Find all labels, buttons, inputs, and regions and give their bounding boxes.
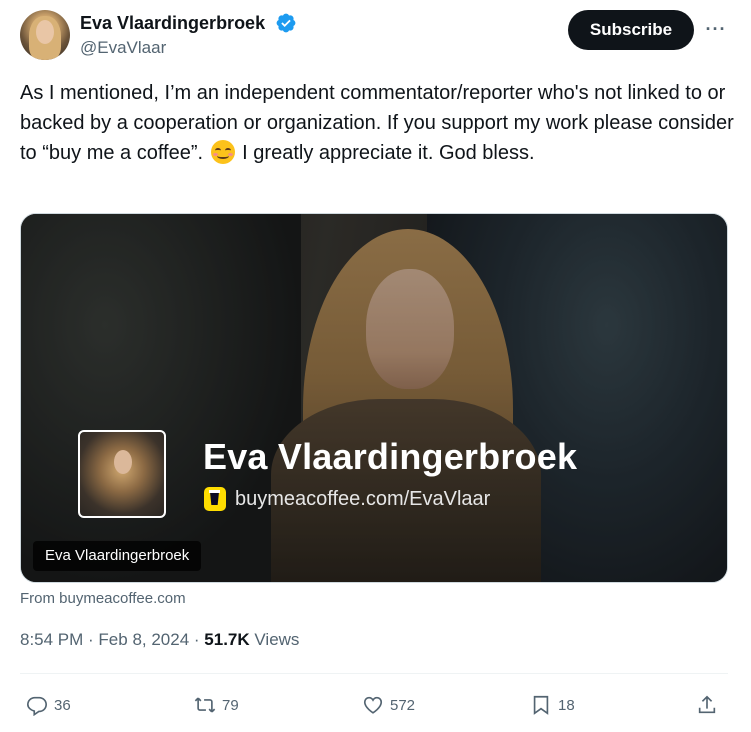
reply-count: 36 <box>54 696 71 714</box>
like-button[interactable]: 572 <box>362 690 415 720</box>
avatar-face <box>36 20 54 44</box>
tweet-header: Eva Vlaardingerbroek @EvaVlaar Subscribe… <box>20 10 730 64</box>
action-bar: 36 79 572 18 <box>20 690 730 720</box>
share-button[interactable] <box>696 690 724 720</box>
more-options-icon[interactable]: ··· <box>704 20 728 40</box>
like-count: 572 <box>390 696 416 714</box>
tweet-meta: 8:54 PM · Feb 8, 2024 · 51.7K Views <box>20 630 299 650</box>
author-name[interactable]: Eva Vlaardingerbroek <box>80 13 265 34</box>
bookmark-button[interactable]: 18 <box>530 690 575 720</box>
views-count: 51.7K <box>204 630 250 649</box>
meta-separator: · <box>83 630 99 649</box>
views-label: Views <box>249 630 300 649</box>
buymeacoffee-logo-icon <box>204 487 226 511</box>
card-title: Eva Vlaardingerbroek <box>203 436 578 477</box>
smiling-face-emoji-icon <box>210 140 235 164</box>
tweet-date[interactable]: Feb 8, 2024 <box>98 630 189 649</box>
meta-separator: · <box>189 630 205 649</box>
reply-icon <box>27 696 47 716</box>
repost-button[interactable]: 79 <box>194 690 239 720</box>
author-handle[interactable]: @EvaVlaar <box>80 38 166 58</box>
avatar[interactable] <box>20 10 70 60</box>
card-url: buymeacoffee.com/EvaVlaar <box>235 488 491 510</box>
tweet-time[interactable]: 8:54 PM <box>20 630 83 649</box>
link-card[interactable]: Eva Vlaardingerbroek buymeacoffee.com/Ev… <box>20 213 728 583</box>
share-icon <box>698 695 716 714</box>
repost-count: 79 <box>222 696 239 714</box>
card-overlay <box>21 214 727 582</box>
repost-icon <box>194 697 216 713</box>
card-thumbnail <box>78 430 166 518</box>
reply-button[interactable]: 36 <box>26 690 71 720</box>
tweet-text-part2: I greatly appreciate it. God bless. <box>236 142 535 164</box>
divider <box>20 673 728 674</box>
bookmark-icon <box>533 695 549 715</box>
subscribe-button[interactable]: Subscribe <box>568 10 694 50</box>
card-domain-label: Eva Vlaardingerbroek <box>33 541 202 571</box>
card-thumbnail-face <box>114 450 132 474</box>
bookmark-count: 18 <box>558 696 575 714</box>
verified-badge-icon <box>276 13 296 33</box>
card-source[interactable]: From buymeacoffee.com <box>20 590 186 607</box>
tweet-text: As I mentioned, I’m an independent comme… <box>20 78 740 168</box>
heart-icon <box>363 696 383 714</box>
